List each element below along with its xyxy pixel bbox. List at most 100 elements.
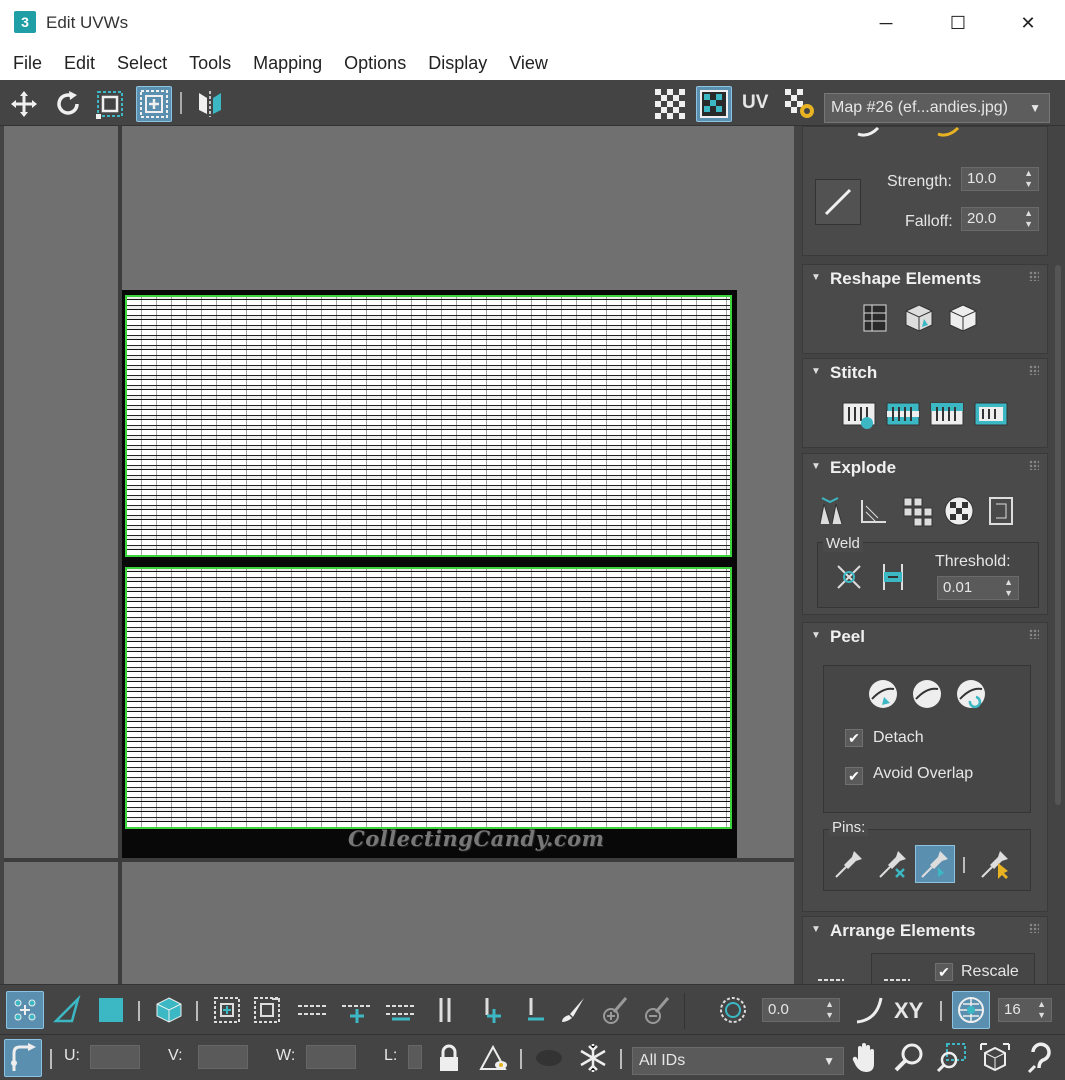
explode-header[interactable]: ▼ Explode — [803, 454, 1047, 480]
threshold-spinner[interactable]: 0.01 ▲ ▼ — [937, 576, 1019, 600]
l-field[interactable] — [408, 1045, 422, 1069]
drag-grip-icon[interactable] — [1029, 460, 1039, 470]
drag-grip-icon[interactable] — [1029, 365, 1039, 375]
explode-grid-icon[interactable] — [897, 492, 937, 530]
unhide-icon[interactable] — [530, 1039, 568, 1077]
checker-pattern-icon[interactable] — [652, 86, 688, 122]
auto-pin-icon[interactable] — [915, 845, 955, 883]
arrange-header[interactable]: ▼ Arrange Elements — [803, 917, 1047, 943]
weld-selected-icon[interactable] — [829, 558, 869, 596]
detach-checkbox[interactable]: ✔ — [845, 729, 863, 747]
help-icon[interactable] — [1022, 1039, 1060, 1077]
menu-tools[interactable]: Tools — [182, 53, 238, 74]
v-coordinate-field[interactable] — [198, 1045, 248, 1069]
shrink-loop-icon[interactable] — [382, 991, 420, 1029]
rotate-icon[interactable] — [50, 86, 86, 122]
stitch-source-icon[interactable] — [971, 395, 1011, 433]
maximize-button[interactable]: ☐ — [938, 8, 978, 38]
zoom-region-icon[interactable] — [932, 1039, 970, 1077]
straighten-icon[interactable] — [855, 299, 895, 337]
stitch-header[interactable]: ▼ Stitch — [803, 359, 1047, 385]
uv-viewport[interactable]: CollectingCandy.com — [4, 126, 794, 984]
shrink-selection-icon[interactable] — [248, 991, 286, 1029]
freeze-icon[interactable] — [574, 1039, 612, 1077]
select-face-icon[interactable] — [92, 991, 130, 1029]
falloff-line-icon[interactable] — [815, 179, 861, 225]
rotation-spinner[interactable]: 0.0 ▲ ▼ — [762, 998, 840, 1022]
u-coordinate-field[interactable] — [90, 1045, 140, 1069]
soft-select-falloff-icon[interactable] — [929, 126, 969, 151]
detach-edge-icon[interactable] — [855, 492, 895, 530]
soft-select-icon[interactable] — [849, 126, 889, 151]
pin-icon[interactable] — [829, 845, 869, 883]
hide-icon[interactable] — [474, 1039, 512, 1077]
grid-size-spinner[interactable]: 16 ▲ ▼ — [998, 998, 1052, 1022]
drag-grip-icon[interactable] — [1029, 629, 1039, 639]
rotation-dial-icon[interactable] — [714, 991, 752, 1029]
material-id-dropdown[interactable]: All IDs ▼ — [632, 1047, 844, 1075]
stitch-average-icon[interactable] — [927, 395, 967, 433]
uv-shell-bottom[interactable] — [125, 567, 732, 829]
grow-ring-icon[interactable] — [470, 991, 508, 1029]
move-icon[interactable] — [6, 86, 42, 122]
avoid-overlap-checkbox[interactable]: ✔ — [845, 767, 863, 785]
absolute-mode-icon[interactable] — [4, 1039, 42, 1077]
rescale-checkbox[interactable]: ✔ — [935, 963, 953, 981]
paint-grow-icon[interactable] — [596, 991, 634, 1029]
edge-loop-icon[interactable] — [294, 991, 332, 1029]
paint-shrink-icon[interactable] — [638, 991, 676, 1029]
stitch-custom-icon[interactable] — [839, 395, 879, 433]
flatten-checker-icon[interactable] — [939, 492, 979, 530]
zoom-extents-icon[interactable] — [976, 1039, 1014, 1077]
stitch-to-target-icon[interactable] — [883, 395, 923, 433]
scale-mode-icon[interactable] — [136, 86, 172, 122]
uv-axis-label[interactable]: UV — [742, 92, 768, 114]
curve-icon[interactable] — [850, 991, 888, 1029]
mirror-icon[interactable] — [192, 86, 228, 122]
pan-hand-icon[interactable] — [846, 1039, 884, 1077]
menu-view[interactable]: View — [502, 53, 555, 74]
peel-reset-icon[interactable] — [951, 675, 991, 713]
unpin-icon[interactable] — [873, 845, 913, 883]
split-shell-icon[interactable] — [981, 492, 1021, 530]
falloff-spinner[interactable]: 20.0 ▲ ▼ — [961, 207, 1039, 231]
relax-settings-icon[interactable] — [943, 299, 983, 337]
shrink-ring-icon[interactable] — [514, 991, 552, 1029]
panel-scrollbar[interactable] — [1055, 265, 1061, 805]
freeform-mode-icon[interactable] — [92, 86, 128, 122]
peel-mode-icon[interactable] — [907, 675, 947, 713]
menu-options[interactable]: Options — [337, 53, 413, 74]
reshape-header[interactable]: ▼ Reshape Elements — [803, 265, 1047, 291]
paint-select-icon[interactable] — [554, 991, 592, 1029]
pack-custom-icon[interactable] — [811, 961, 851, 984]
menu-mapping[interactable]: Mapping — [246, 53, 329, 74]
edge-ring-icon[interactable] — [426, 991, 464, 1029]
w-coordinate-field[interactable] — [306, 1045, 356, 1069]
menu-select[interactable]: Select — [110, 53, 174, 74]
uv-shell-top[interactable] — [125, 295, 732, 557]
drag-grip-icon[interactable] — [1029, 923, 1039, 933]
select-element-icon[interactable] — [150, 991, 188, 1029]
break-icon[interactable] — [813, 492, 853, 530]
minimize-button[interactable]: ─ — [866, 8, 906, 38]
quick-peel-icon[interactable] — [863, 675, 903, 713]
menu-file[interactable]: File — [6, 53, 49, 74]
menu-edit[interactable]: Edit — [57, 53, 102, 74]
grow-selection-icon[interactable] — [208, 991, 246, 1029]
map-settings-icon[interactable] — [782, 86, 818, 122]
select-edge-icon[interactable] — [48, 991, 86, 1029]
weld-target-icon[interactable] — [873, 558, 913, 596]
select-vertex-icon[interactable] — [6, 991, 44, 1029]
xy-axis-label[interactable]: XY — [894, 998, 923, 1024]
peel-header[interactable]: ▼ Peel — [803, 623, 1047, 649]
pack-normalize-icon[interactable] — [877, 961, 917, 984]
menu-display[interactable]: Display — [421, 53, 494, 74]
show-map-icon[interactable] — [696, 86, 732, 122]
strength-spinner[interactable]: 10.0 ▲ ▼ — [961, 167, 1039, 191]
drag-grip-icon[interactable] — [1029, 271, 1039, 281]
grid-snap-icon[interactable] — [952, 991, 990, 1029]
texture-map-dropdown[interactable]: Map #26 (ef...andies.jpg) ▼ — [824, 93, 1050, 123]
select-pinned-icon[interactable] — [975, 845, 1015, 883]
grow-loop-icon[interactable] — [338, 991, 376, 1029]
close-button[interactable]: ✕ — [1008, 8, 1048, 38]
